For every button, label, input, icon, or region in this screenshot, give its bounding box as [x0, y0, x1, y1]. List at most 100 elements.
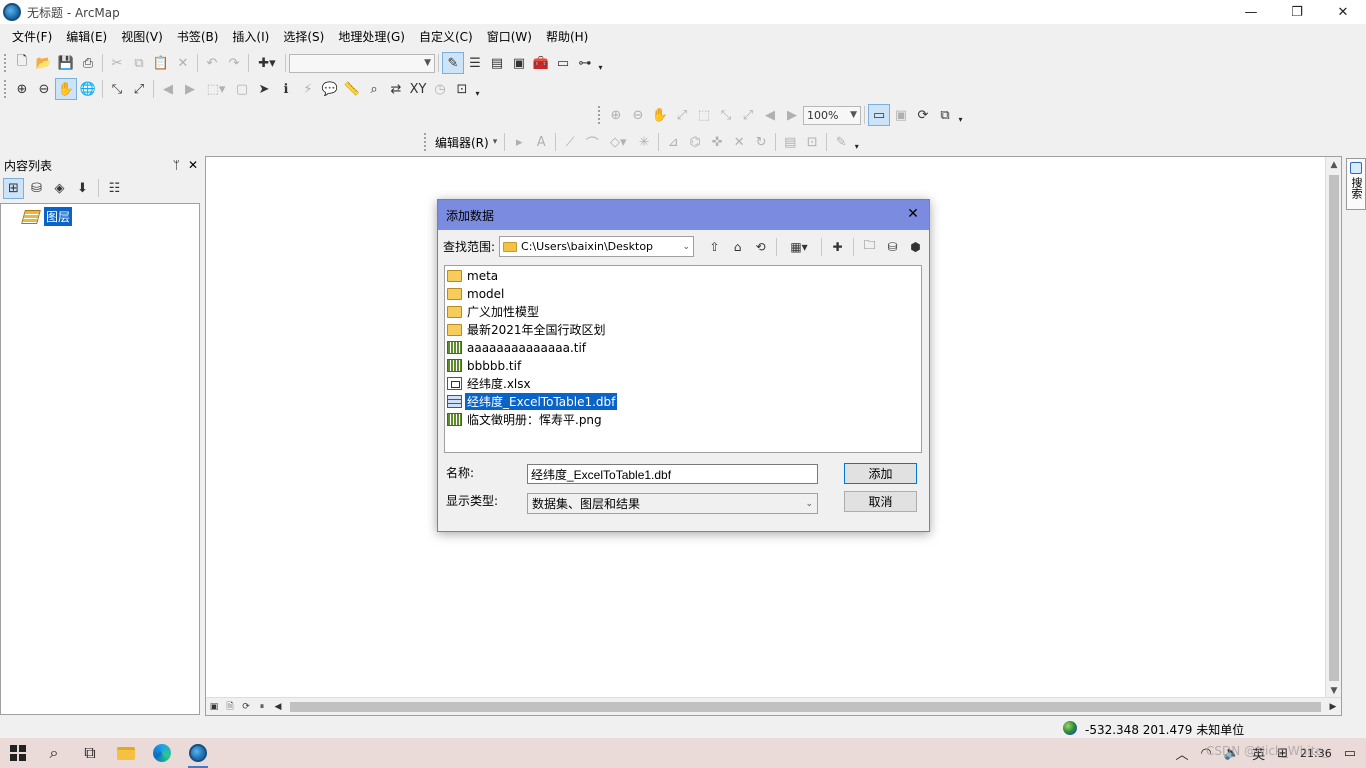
list-item[interactable]: aaaaaaaaaaaaaa.tif — [447, 339, 588, 356]
list-item[interactable]: 临文徵明册：恽寿平.png — [447, 411, 604, 428]
file-explorer-icon[interactable] — [108, 738, 144, 768]
view-options-icon[interactable]: ▦▾ — [782, 236, 816, 257]
print-icon[interactable]: ⎙ — [77, 52, 99, 74]
create-viewer-window-icon[interactable]: ⊡ — [451, 78, 473, 100]
list-item[interactable]: bbbbb.tif — [447, 357, 523, 374]
new-folder-icon[interactable]: ✚ — [827, 236, 848, 257]
paste-icon[interactable]: 📋 — [150, 52, 172, 74]
zoom-whole-page-icon[interactable]: ⤢ — [671, 104, 693, 126]
toolbar-options-icon[interactable]: ▾ — [596, 54, 605, 72]
hyperlink-icon[interactable]: ⚡ — [297, 78, 319, 100]
forward-extent-icon[interactable]: ▶ — [179, 78, 201, 100]
zoom-in-icon[interactable]: ⊕ — [11, 78, 33, 100]
layout-view-icon[interactable]: 🗎 — [222, 699, 238, 715]
catalog-icon[interactable]: ▤ — [486, 52, 508, 74]
pause-drawing-icon[interactable]: ⏸ — [254, 699, 270, 715]
toolbar-grip[interactable] — [4, 54, 8, 72]
data-view-icon[interactable]: ▣ — [206, 699, 222, 715]
previous-extent-layout-icon[interactable]: ◀ — [759, 104, 781, 126]
clear-selection-icon[interactable]: ▢ — [231, 78, 253, 100]
add-button[interactable]: 添加 — [844, 463, 917, 484]
layout-zoom-in-icon[interactable]: ⊕ — [605, 104, 627, 126]
list-item[interactable]: 最新2021年全国行政区划 — [447, 321, 608, 338]
find-binoculars-icon[interactable]: ⌕ — [363, 78, 385, 100]
refresh-icon[interactable]: ⟳ — [238, 699, 254, 715]
table-of-contents-icon[interactable]: ☰ — [464, 52, 486, 74]
menu-help[interactable]: 帮助(H) — [539, 28, 595, 45]
fixed-zoom-in-icon[interactable]: ⤡ — [106, 78, 128, 100]
connect-folder-icon[interactable]: ⟲ — [750, 236, 771, 257]
sketch-properties-icon[interactable]: ⊡ — [801, 131, 823, 153]
show-hidden-icons-icon[interactable]: ︿ — [1176, 744, 1189, 763]
folder-connections-icon[interactable]: 🗀 — [859, 236, 880, 257]
list-by-visibility-icon[interactable]: ◈ — [49, 178, 70, 199]
scroll-up-icon[interactable]: ▲ — [1326, 157, 1342, 173]
go-to-xy-icon[interactable]: XY — [407, 78, 429, 100]
full-extent-globe-icon[interactable]: 🌐 — [77, 78, 99, 100]
edge-browser-icon[interactable] — [144, 738, 180, 768]
list-by-drawing-order-icon[interactable]: ⊞ — [3, 177, 24, 199]
menu-file[interactable]: 文件(F) — [5, 28, 59, 45]
list-by-selection-icon[interactable]: ⬇ — [72, 178, 93, 199]
zoom-percent-combo[interactable]: 100% ▼ — [803, 105, 861, 125]
cut-polygons-icon[interactable]: ✜ — [706, 131, 728, 153]
editor-toolbar-icon[interactable]: ✎ — [442, 52, 464, 74]
find-route-icon[interactable]: ⇄ — [385, 78, 407, 100]
model-builder-icon[interactable]: ⊶ — [574, 52, 596, 74]
menu-view[interactable]: 视图(V) — [114, 28, 170, 45]
list-item[interactable]: model — [447, 285, 506, 302]
editor-menu-button[interactable]: 编辑器(R) — [431, 134, 493, 151]
trace-tool-icon[interactable]: ◇▾ — [603, 131, 633, 153]
start-button[interactable] — [0, 738, 36, 768]
pin-icon[interactable]: ᛘ — [173, 158, 180, 172]
arctoolbox-icon[interactable]: 🧰 — [530, 52, 552, 74]
map-scale-combo[interactable]: ▼ — [289, 53, 435, 73]
fixed-zoom-out-icon[interactable]: ⤢ — [128, 78, 150, 100]
fixed-zoom-in-layout-icon[interactable]: ⤡ — [715, 104, 737, 126]
python-window-icon[interactable]: ▭ — [552, 52, 574, 74]
cut-icon[interactable]: ✂ — [106, 52, 128, 74]
list-item-selected[interactable]: 经纬度_ExcelToTable1.dbf — [447, 393, 618, 410]
search-side-tab[interactable]: 搜索 — [1346, 158, 1366, 210]
point-tool-icon[interactable]: ✳ — [633, 131, 655, 153]
create-features-icon[interactable]: ✎ — [830, 131, 852, 153]
close-window-button[interactable]: ✕ — [1320, 0, 1366, 24]
horizontal-scroll-thumb[interactable] — [290, 701, 1321, 712]
delete-icon[interactable]: ✕ — [172, 52, 194, 74]
list-by-source-icon[interactable]: ⛁ — [26, 178, 47, 199]
edit-tool-icon[interactable]: ▸ — [508, 131, 530, 153]
scroll-right-icon[interactable]: ▶ — [1325, 699, 1341, 715]
redo-icon[interactable]: ↷ — [223, 52, 245, 74]
undo-icon[interactable]: ↶ — [201, 52, 223, 74]
scroll-left-icon[interactable]: ◀ — [270, 699, 286, 715]
zoom-out-icon[interactable]: ⊖ — [33, 78, 55, 100]
menu-insert[interactable]: 插入(I) — [225, 28, 276, 45]
look-in-path-combo[interactable]: C:\Users\baixin\Desktop ⌄ — [499, 236, 695, 257]
search-window-icon[interactable]: ▣ — [508, 52, 530, 74]
menu-selection[interactable]: 选择(S) — [276, 28, 331, 45]
toolbar-options-icon[interactable]: ▾ — [956, 106, 965, 124]
data-driven-pages-icon[interactable]: ⧉ — [934, 104, 956, 126]
list-item[interactable]: meta — [447, 267, 500, 284]
toc-options-icon[interactable]: ☷ — [104, 178, 125, 199]
zoom-100-icon[interactable]: ⬚ — [693, 104, 715, 126]
straight-segment-icon[interactable]: ⟋ — [559, 131, 581, 153]
edit-annotation-icon[interactable]: A — [530, 131, 552, 153]
layout-pan-icon[interactable]: ✋ — [649, 104, 671, 126]
menu-windows[interactable]: 窗口(W) — [480, 28, 539, 45]
cancel-button[interactable]: 取消 — [844, 491, 917, 512]
search-icon[interactable]: ⌕ — [36, 738, 72, 768]
file-list[interactable]: meta model 广义加性模型 最新2021年全国行政区划 aaaaaaaa… — [444, 265, 922, 453]
fixed-zoom-out-layout-icon[interactable]: ⤢ — [737, 104, 759, 126]
list-item[interactable]: 广义加性模型 — [447, 303, 541, 320]
time-slider-icon[interactable]: ◷ — [429, 78, 451, 100]
menu-edit[interactable]: 编辑(E) — [59, 28, 114, 45]
toolbar-grip[interactable] — [4, 80, 8, 98]
minimize-button[interactable]: — — [1228, 0, 1274, 24]
pan-hand-icon[interactable]: ✋ — [55, 78, 77, 100]
back-extent-icon[interactable]: ◀ — [157, 78, 179, 100]
menu-customize[interactable]: 自定义(C) — [412, 28, 480, 45]
home-icon[interactable]: ⌂ — [727, 236, 748, 257]
copy-icon[interactable]: ⧉ — [128, 52, 150, 74]
vertical-scroll-thumb[interactable] — [1329, 175, 1339, 681]
